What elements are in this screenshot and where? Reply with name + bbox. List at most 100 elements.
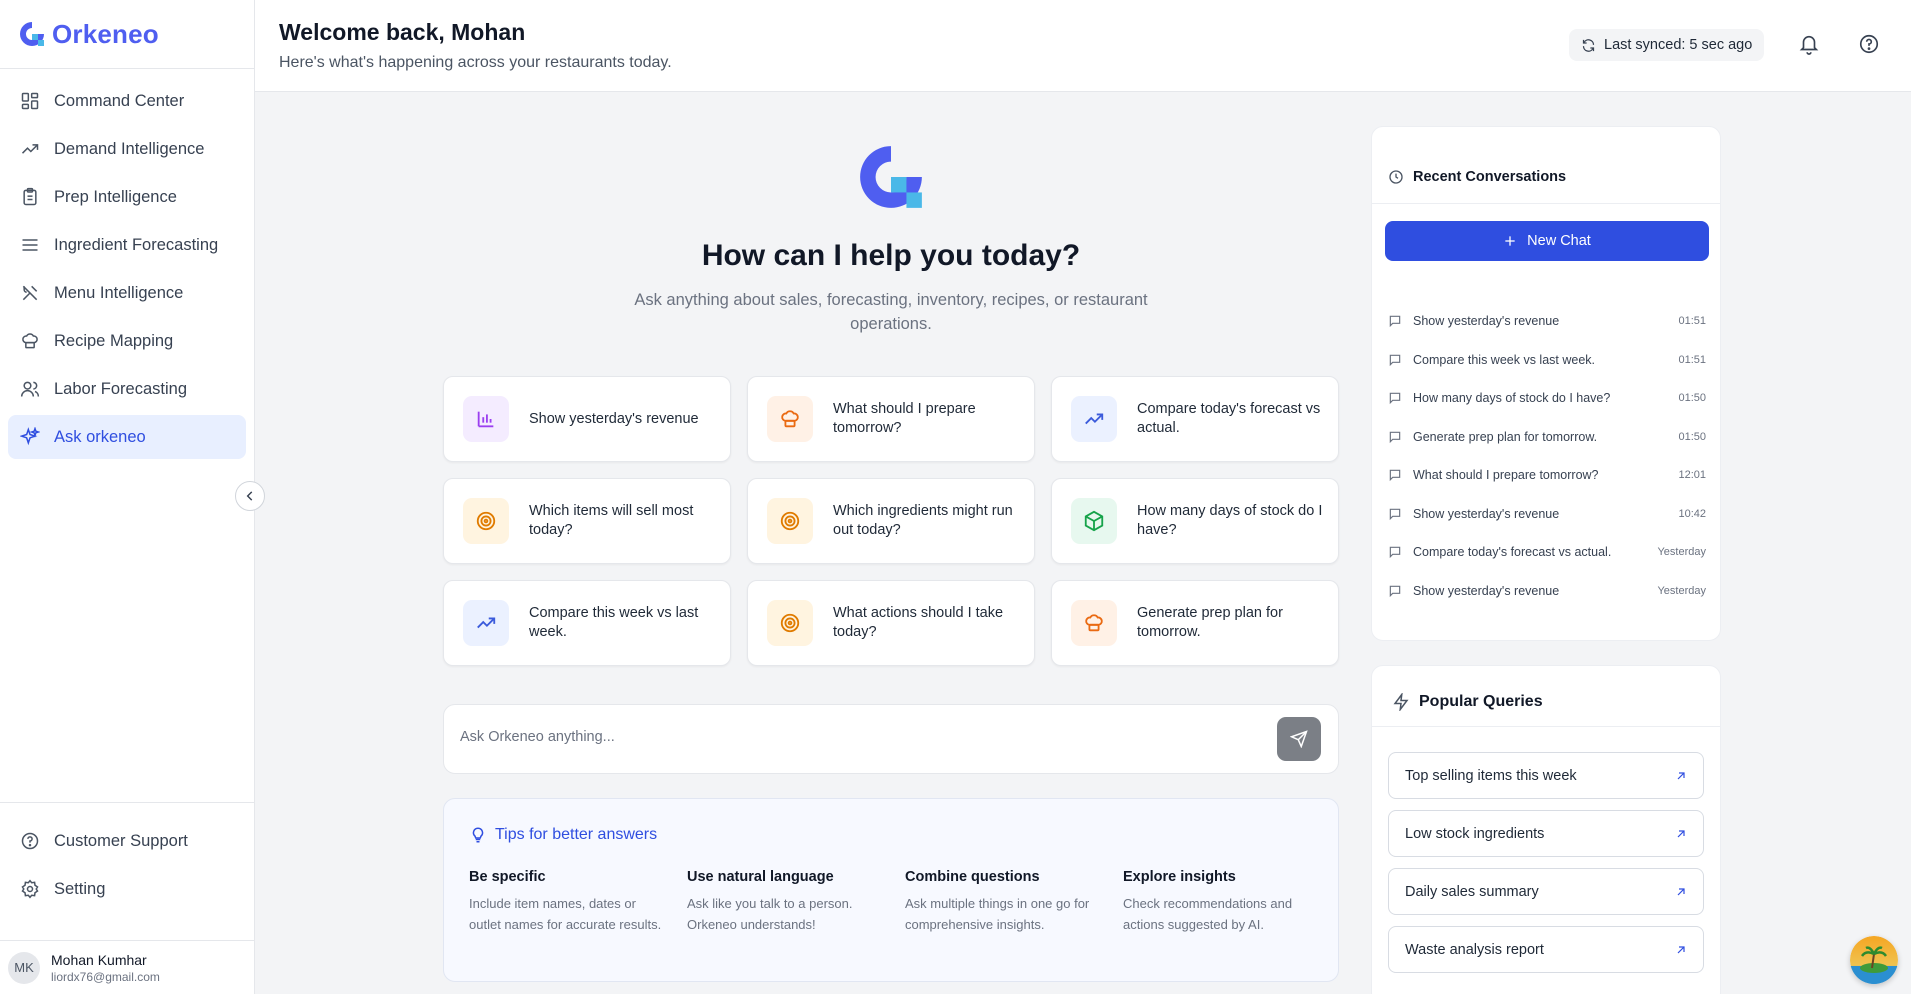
- new-chat-button[interactable]: New Chat: [1385, 221, 1709, 261]
- suggestion-text: What should I prepare tomorrow?: [833, 401, 976, 436]
- tip-body: Ask like you talk to a person. Orkeneo u…: [687, 896, 853, 932]
- sidebar-item-label: Labor Forecasting: [54, 379, 187, 398]
- popular-query-item[interactable]: Top selling items this week: [1388, 752, 1704, 799]
- chat-input[interactable]: [460, 729, 1260, 745]
- suggestion-card[interactable]: What actions should I take today?: [747, 580, 1035, 666]
- user-profile[interactable]: MK Mohan Kumhar liordx76@gmail.com: [0, 940, 254, 994]
- suggestion-card[interactable]: How many days of stock do I have?: [1051, 478, 1339, 564]
- suggestion-card[interactable]: Show yesterday's revenue: [443, 376, 731, 462]
- target-icon: [767, 498, 813, 544]
- popular-query-item[interactable]: Low stock ingredients: [1388, 810, 1704, 857]
- conversation-time: Yesterday: [1657, 546, 1706, 558]
- bell-icon[interactable]: [1798, 33, 1820, 55]
- popular-queries-panel: Popular Queries Top selling items this w…: [1371, 665, 1721, 994]
- sidebar-item-label: Menu Intelligence: [54, 283, 184, 302]
- sidebar-item-menu-intelligence[interactable]: Menu Intelligence: [8, 271, 246, 315]
- message-square-icon: [1389, 469, 1401, 482]
- message-square-icon: [1389, 508, 1401, 521]
- sidebar-item-prep-intelligence[interactable]: Prep Intelligence: [8, 175, 246, 219]
- suggestion-text: Which ingredients might run out today?: [833, 503, 1013, 538]
- conversation-text: Show yesterday's revenue: [1413, 584, 1560, 598]
- conversation-item[interactable]: Compare today's forecast vs actual. Yest…: [1388, 541, 1706, 563]
- popular-title-text: Popular Queries: [1419, 693, 1543, 710]
- list-icon: [22, 239, 38, 251]
- collapse-sidebar-button[interactable]: [235, 481, 265, 511]
- sidebar-item-label: Customer Support: [54, 831, 188, 850]
- popular-query-text: Top selling items this week: [1405, 767, 1577, 784]
- tip-heading: Explore insights: [1123, 869, 1236, 885]
- conversation-item[interactable]: How many days of stock do I have? 01:50: [1388, 387, 1706, 409]
- recent-conversations-panel: Recent Conversations New Chat Show yeste…: [1371, 126, 1721, 641]
- help-circle-icon: [21, 832, 39, 850]
- send-button[interactable]: [1277, 717, 1321, 761]
- suggestion-card[interactable]: What should I prepare tomorrow?: [747, 376, 1035, 462]
- lightning-icon: [1393, 693, 1409, 711]
- arrow-up-right-icon: [1677, 887, 1685, 895]
- message-square-icon: [1389, 546, 1401, 559]
- users-icon: [20, 381, 40, 397]
- sidebar-item-recipe-mapping[interactable]: Recipe Mapping: [8, 319, 246, 363]
- conversation-text: Show yesterday's revenue: [1413, 507, 1560, 521]
- conversation-text: Generate prep plan for tomorrow.: [1413, 430, 1598, 444]
- logo[interactable]: Orkeneo: [0, 0, 254, 69]
- bar-chart-icon: [463, 396, 509, 442]
- suggestion-text: How many days of stock do I have?: [1137, 503, 1323, 538]
- conversation-text: Compare today's forecast vs actual.: [1413, 545, 1612, 559]
- sidebar-item-customer-support[interactable]: Customer Support: [8, 819, 246, 863]
- sidebar: Orkeneo Command Center Demand Intelligen…: [0, 0, 255, 994]
- tip-body: Ask multiple things in one go for compre…: [905, 896, 1090, 932]
- header: Welcome back, Mohan Here's what's happen…: [255, 0, 1911, 92]
- popular-query-item[interactable]: Waste analysis report: [1388, 926, 1704, 973]
- suggestion-card[interactable]: Generate prep plan for tomorrow.: [1051, 580, 1339, 666]
- sidebar-item-demand-intelligence[interactable]: Demand Intelligence: [8, 127, 246, 171]
- suggestion-text: What actions should I take today?: [833, 605, 1004, 640]
- package-icon: [1071, 498, 1117, 544]
- conversation-text: Compare this week vs last week.: [1413, 353, 1596, 367]
- arrow-up-right-icon: [1677, 829, 1685, 837]
- target-icon: [463, 498, 509, 544]
- sidebar-item-label: Recipe Mapping: [54, 331, 174, 350]
- conversation-item[interactable]: Show yesterday's revenue Yesterday: [1388, 580, 1706, 602]
- popular-query-item[interactable]: Daily sales summary: [1388, 868, 1704, 915]
- sidebar-item-label: Ingredient Forecasting: [54, 235, 219, 254]
- sidebar-item-command-center[interactable]: Command Center: [8, 79, 246, 123]
- message-square-icon: [1389, 315, 1401, 328]
- conversation-text: What should I prepare tomorrow?: [1413, 468, 1599, 482]
- suggestion-card[interactable]: Compare this week vs last week.: [443, 580, 731, 666]
- conversation-item[interactable]: Generate prep plan for tomorrow. 01:50: [1388, 426, 1706, 448]
- popular-query-text: Daily sales summary: [1405, 883, 1539, 900]
- sidebar-bottom: Customer Support Setting: [0, 802, 254, 915]
- conversation-item[interactable]: What should I prepare tomorrow? 12:01: [1388, 464, 1706, 486]
- sidebar-item-ask-orkeneo[interactable]: Ask orkeneo: [8, 415, 246, 459]
- help-icon[interactable]: [1858, 33, 1880, 55]
- conversation-time: 01:51: [1678, 315, 1706, 327]
- brand-name: Orkeneo: [52, 18, 159, 49]
- sidebar-item-setting[interactable]: Setting: [8, 867, 246, 911]
- sidebar-item-labor-forecasting[interactable]: Labor Forecasting: [8, 367, 246, 411]
- recent-conversations-title: Recent Conversations: [1388, 169, 1566, 185]
- trend-up-icon: [463, 600, 509, 646]
- conversation-item[interactable]: Show yesterday's revenue 01:51: [1388, 310, 1706, 332]
- tips-panel: Tips for better answers Be specific Incl…: [443, 798, 1339, 982]
- conversation-time: Yesterday: [1657, 585, 1706, 597]
- conversation-item[interactable]: Compare this week vs last week. 01:51: [1388, 349, 1706, 371]
- clipboard-icon: [23, 187, 37, 206]
- plus-icon: [1505, 236, 1515, 246]
- tips-title: Tips for better answers: [469, 826, 657, 844]
- tip-item: Use natural language Ask like you talk t…: [687, 869, 887, 935]
- suggestion-card[interactable]: Compare today's forecast vs actual.: [1051, 376, 1339, 462]
- suggestion-card[interactable]: Which ingredients might run out today?: [747, 478, 1035, 564]
- tip-heading: Be specific: [469, 869, 546, 885]
- grid-icon: [21, 92, 39, 110]
- conversation-item[interactable]: Show yesterday's revenue 10:42: [1388, 503, 1706, 525]
- sync-status[interactable]: Last synced: 5 sec ago: [1569, 29, 1765, 61]
- floating-assistant-button[interactable]: [1850, 936, 1898, 984]
- recent-title-text: Recent Conversations: [1413, 169, 1567, 185]
- sidebar-item-ingredient-forecasting[interactable]: Ingredient Forecasting: [8, 223, 246, 267]
- message-square-icon: [1389, 354, 1401, 367]
- user-email: liordx76@gmail.com: [51, 969, 160, 984]
- new-chat-label: New Chat: [1527, 233, 1591, 249]
- clock-icon: [1389, 170, 1403, 184]
- suggestion-card[interactable]: Which items will sell most today?: [443, 478, 731, 564]
- sidebar-item-label: Prep Intelligence: [54, 187, 177, 206]
